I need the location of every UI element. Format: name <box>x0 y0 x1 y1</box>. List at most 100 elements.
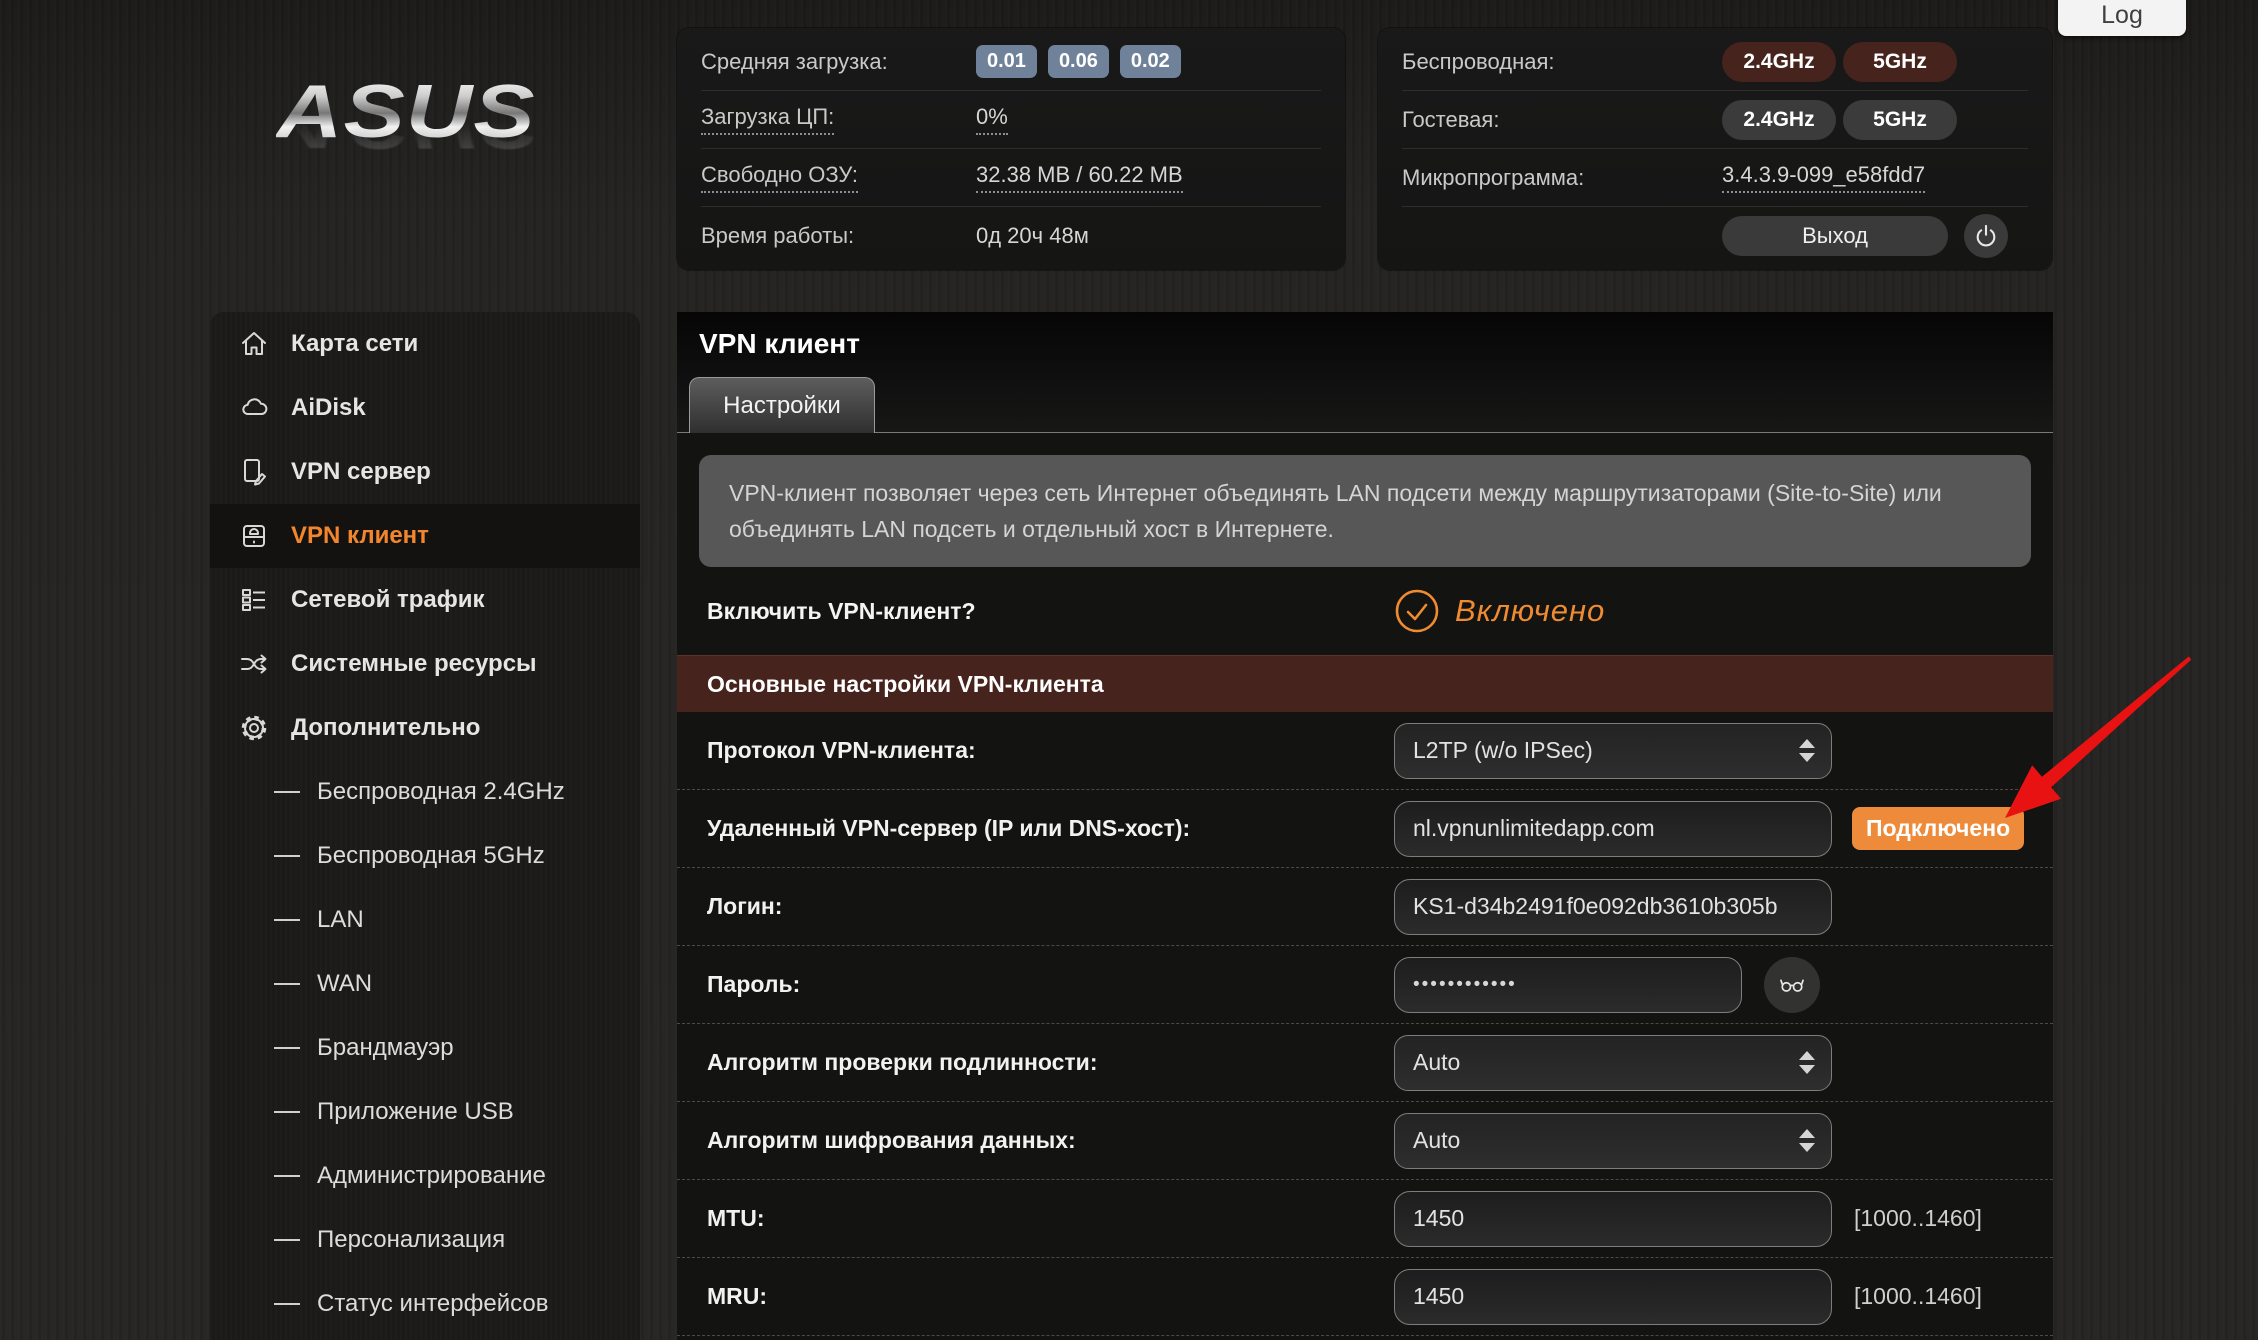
sidebar-item-vpn-client[interactable]: VPN клиент <box>210 504 640 568</box>
protocol-label: Протокол VPN-клиента: <box>677 737 1394 764</box>
password-input[interactable] <box>1394 957 1742 1013</box>
vpn-server-icon <box>236 456 272 488</box>
dash-icon <box>274 1303 300 1305</box>
sidebar-subitem-firewall[interactable]: Брандмауэр <box>210 1016 640 1080</box>
load-badge-1m: 0.01 <box>976 45 1037 78</box>
auth-algorithm-select[interactable]: Auto <box>1394 1035 1832 1091</box>
enable-vpn-row: Включить VPN-клиент? Включено <box>677 567 2053 655</box>
encryption-algorithm-label: Алгоритм шифрования данных: <box>677 1127 1394 1154</box>
show-password-button[interactable] <box>1764 957 1820 1013</box>
load-badge-15m: 0.02 <box>1120 45 1181 78</box>
wireless-24ghz-pill[interactable]: 2.4GHz <box>1722 42 1836 82</box>
logout-button[interactable]: Выход <box>1722 216 1948 256</box>
sidebar-item-vpn-server[interactable]: VPN сервер <box>210 440 640 504</box>
mtu-range-hint: [1000..1460] <box>1854 1205 1982 1232</box>
cpu-load-row: Загрузка ЦП: 0% <box>701 91 1321 149</box>
system-status-panel: Средняя загрузка: 0.01 0.06 0.02 Загрузка … <box>677 28 1345 270</box>
mtu-row: MTU: [1000..1460] <box>677 1180 2053 1258</box>
server-input[interactable] <box>1394 801 1832 857</box>
sidebar-item-label: Дополнительно <box>291 714 480 742</box>
login-label: Логин: <box>677 893 1394 920</box>
free-ram-label[interactable]: Свободно ОЗУ: <box>701 162 976 193</box>
sidebar-item-network-traffic[interactable]: Сетевой трафик <box>210 568 640 632</box>
enable-vpn-toggle[interactable]: Включено <box>1394 588 1605 634</box>
mru-input[interactable] <box>1394 1269 1832 1325</box>
mru-range-hint: [1000..1460] <box>1854 1283 1982 1310</box>
wireless-5ghz-pill[interactable]: 5GHz <box>1843 42 1957 82</box>
encryption-select-value: Auto <box>1413 1127 1460 1154</box>
page-title: VPN клиент <box>699 328 860 360</box>
mru-label: MRU: <box>677 1283 1394 1310</box>
select-arrows-icon <box>1799 1129 1815 1152</box>
load-average-row: Средняя загрузка: 0.01 0.06 0.02 <box>701 33 1321 91</box>
server-label: Удаленный VPN-сервер (IP или DNS-хост): <box>677 815 1394 842</box>
sidebar-item-network-map[interactable]: Карта сети <box>210 312 640 376</box>
load-badge-5m: 0.06 <box>1048 45 1109 78</box>
sidebar-subitem-interface-status[interactable]: Статус интерфейсов <box>210 1272 640 1336</box>
cpu-load-value[interactable]: 0% <box>976 104 1008 135</box>
sidebar-subitem-label: Статус интерфейсов <box>317 1290 548 1318</box>
sidebar-item-label: Системные ресурсы <box>291 650 537 678</box>
load-average-label: Средняя загрузка: <box>701 49 976 75</box>
dash-icon <box>274 1111 300 1113</box>
sidebar-subitem-personalization[interactable]: Персонализация <box>210 1208 640 1272</box>
guest-5ghz-pill[interactable]: 5GHz <box>1843 100 1957 140</box>
server-row: Удаленный VPN-сервер (IP или DNS-хост): … <box>677 790 2053 868</box>
guest-band-pills: 2.4GHz5GHz <box>1722 100 1964 140</box>
password-row: Пароль: <box>677 946 2053 1024</box>
dash-icon <box>274 1047 300 1049</box>
reboot-button[interactable] <box>1964 214 2008 258</box>
resources-icon <box>236 648 272 680</box>
asus-logo-reflection: ASUS <box>276 84 616 159</box>
encryption-algorithm-row: Алгоритм шифрования данных: Auto <box>677 1102 2053 1180</box>
protocol-select-value: L2TP (w/o IPSec) <box>1413 737 1593 764</box>
protocol-select[interactable]: L2TP (w/o IPSec) <box>1394 723 1832 779</box>
logout-controls: Выход <box>1722 214 2008 258</box>
sidebar-item-aidisk[interactable]: AiDisk <box>210 376 640 440</box>
vpn-client-icon <box>236 520 272 552</box>
tab-settings[interactable]: Настройки <box>689 377 875 433</box>
auth-algorithm-row: Алгоритм проверки подлинности: Auto <box>677 1024 2053 1102</box>
basic-settings-header: Основные настройки VPN-клиента <box>677 655 2053 712</box>
free-ram-value[interactable]: 32.38 MB / 60.22 MB <box>976 162 1183 193</box>
wireless-label: Беспроводная: <box>1402 49 1722 75</box>
wireless-band-pills: 2.4GHz5GHz <box>1722 42 1964 82</box>
sidebar-item-label: Карта сети <box>291 330 418 358</box>
sidebar-subitem-label: LAN <box>317 906 364 934</box>
enable-status-text: Включено <box>1455 593 1605 629</box>
guest-24ghz-pill[interactable]: 2.4GHz <box>1722 100 1836 140</box>
load-average-values: 0.01 0.06 0.02 <box>976 45 1192 78</box>
firmware-version[interactable]: 3.4.3.9-099_e58fdd7 <box>1722 162 1925 193</box>
log-button[interactable]: Log <box>2058 0 2186 36</box>
cpu-load-label[interactable]: Загрузка ЦП: <box>701 104 976 135</box>
sidebar-subitem-lan[interactable]: LAN <box>210 888 640 952</box>
dash-icon <box>274 855 300 857</box>
home-icon <box>236 328 272 360</box>
sidebar-item-label: VPN сервер <box>291 458 431 486</box>
uptime-row: Время работы: 0д 20ч 48м <box>701 207 1321 265</box>
sidebar-subitem-wireless-5[interactable]: Беспроводная 5GHz <box>210 824 640 888</box>
check-circle-icon <box>1394 588 1440 634</box>
select-arrows-icon <box>1799 739 1815 762</box>
mtu-label: MTU: <box>677 1205 1394 1232</box>
sidebar-subitem-wireless-24[interactable]: Беспроводная 2.4GHz <box>210 760 640 824</box>
sidebar-subitem-administration[interactable]: Администрирование <box>210 1144 640 1208</box>
sidebar-item-system-resources[interactable]: Системные ресурсы <box>210 632 640 696</box>
mtu-input[interactable] <box>1394 1191 1832 1247</box>
sidebar-item-label: Сетевой трафик <box>291 586 485 614</box>
firmware-label: Микропрограмма: <box>1402 165 1722 191</box>
gear-icon <box>236 712 272 744</box>
uptime-label: Время работы: <box>701 223 976 249</box>
asus-logo: ASUS ASUS <box>276 74 616 258</box>
sidebar-subitem-label: Беспроводная 5GHz <box>317 842 545 870</box>
protocol-row: Протокол VPN-клиента: L2TP (w/o IPSec) <box>677 712 2053 790</box>
sidebar-subitem-label: WAN <box>317 970 372 998</box>
login-input[interactable] <box>1394 879 1832 935</box>
cloud-icon <box>236 392 272 424</box>
wireless-status-panel: Беспроводная: 2.4GHz5GHz Гостевая: 2.4GH… <box>1378 28 2052 270</box>
encryption-algorithm-select[interactable]: Auto <box>1394 1113 1832 1169</box>
sidebar-subitem-usb-app[interactable]: Приложение USB <box>210 1080 640 1144</box>
sidebar-subitem-wan[interactable]: WAN <box>210 952 640 1016</box>
sidebar-item-advanced[interactable]: Дополнительно <box>210 696 640 760</box>
sidebar-subitem-label: Администрирование <box>317 1162 546 1190</box>
